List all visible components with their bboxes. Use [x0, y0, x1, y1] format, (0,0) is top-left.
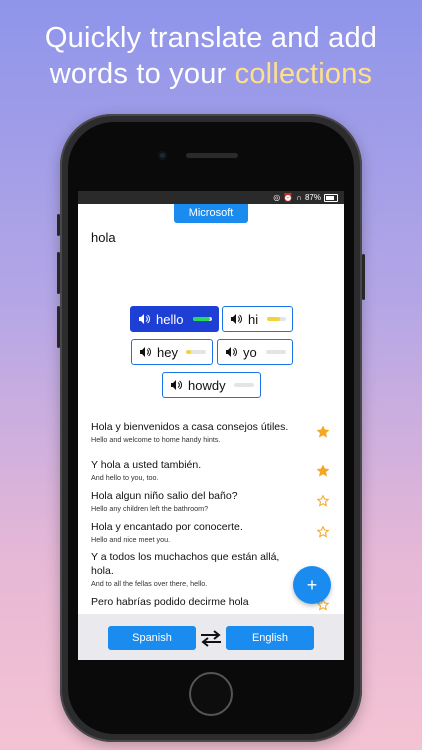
translation-chip-howdy[interactable]: howdy	[162, 372, 261, 398]
swap-languages-icon[interactable]	[199, 628, 223, 648]
battery-icon	[324, 193, 338, 202]
star-icon[interactable]	[317, 465, 329, 477]
translation-chip-hey[interactable]: hey	[131, 339, 213, 365]
add-to-collection-button[interactable]: +	[293, 566, 331, 604]
translation-word: hello	[156, 311, 184, 327]
headline-line-2-prefix: words to your	[49, 58, 235, 90]
example-sentence[interactable]: Y hola a usted también. And hello to you…	[91, 458, 311, 483]
example-spanish: Y hola a usted también.	[91, 459, 202, 471]
example-spanish: Pero habrías podido decirme hola	[91, 596, 249, 608]
speaker-icon	[231, 314, 242, 324]
engine-tab[interactable]: Microsoft	[174, 204, 248, 223]
promo-headline: Quickly translate and add words to your …	[0, 20, 422, 92]
example-spanish: Hola y encantado por conocerte.	[91, 521, 243, 533]
example-sentence[interactable]: Pero habrías podido decirme hola	[91, 595, 311, 609]
app-screen: ◎ ⏰ ∩ 87% Microsoft hola hello hi hey yo ho…	[78, 191, 344, 660]
speaker-icon	[140, 347, 151, 357]
headline-highlight: collections	[234, 58, 373, 90]
star-icon[interactable]	[317, 426, 329, 438]
headline-line-2: words to your collections	[0, 56, 422, 92]
example-sentence[interactable]: Y a todos los muchachos que están allá, …	[91, 550, 291, 589]
confidence-bar	[267, 317, 286, 321]
alarm-icon: ⏰	[283, 193, 294, 202]
speaker-icon	[139, 314, 150, 324]
example-sentence[interactable]: Hola y bienvenidos a casa consejos útile…	[91, 420, 311, 445]
source-word[interactable]: hola	[91, 230, 116, 245]
power-button	[362, 254, 365, 300]
source-language-button[interactable]: Spanish	[108, 626, 196, 650]
speaker-icon	[171, 380, 182, 390]
confidence-bar	[186, 350, 206, 354]
location-icon: ◎	[273, 193, 281, 202]
language-bar: Spanish English	[78, 614, 344, 660]
earpiece-speaker	[186, 153, 238, 158]
speaker-icon	[226, 347, 237, 357]
translation-chip-hello[interactable]: hello	[130, 306, 219, 332]
translation-word: yo	[243, 344, 257, 360]
front-camera	[158, 151, 167, 160]
translation-chip-hi[interactable]: hi	[222, 306, 293, 332]
confidence-bar	[193, 317, 212, 321]
example-english: And hello to you, too.	[91, 473, 159, 482]
headphones-icon: ∩	[296, 193, 302, 202]
home-button[interactable]	[189, 672, 233, 716]
translation-word: hey	[157, 344, 178, 360]
confidence-fill	[186, 350, 191, 354]
confidence-bar	[266, 350, 286, 354]
example-sentence[interactable]: Hola y encantado por conocerte. Hello an…	[91, 520, 311, 545]
example-sentence[interactable]: Hola algun niño salio del baño? Hello an…	[91, 489, 311, 514]
confidence-fill	[267, 317, 281, 321]
translation-card: Microsoft hola hello hi hey yo howdy Hol…	[78, 204, 344, 614]
example-spanish: Hola y bienvenidos a casa consejos útile…	[91, 421, 289, 433]
example-english: Hello and nice meet you.	[91, 535, 171, 544]
example-spanish: Y a todos los muchachos que están allá, …	[91, 551, 280, 577]
example-spanish: Hola algun niño salio del baño?	[91, 490, 238, 502]
example-english: Hello and welcome to home handy hints.	[91, 435, 221, 444]
example-english: And to all the fellas over there, hello.	[91, 579, 208, 588]
status-bar: ◎ ⏰ ∩ 87%	[78, 191, 344, 204]
example-english: Hello any children left the bathroom?	[91, 504, 209, 513]
star-icon[interactable]	[317, 495, 329, 507]
headline-line-1: Quickly translate and add	[44, 22, 378, 54]
translation-word: hi	[248, 311, 259, 327]
translation-chip-yo[interactable]: yo	[217, 339, 293, 365]
star-icon[interactable]	[317, 526, 329, 538]
confidence-bar	[234, 383, 254, 387]
confidence-fill	[193, 317, 211, 321]
target-language-button[interactable]: English	[226, 626, 314, 650]
battery-percent: 87%	[304, 193, 321, 202]
translation-word: howdy	[188, 377, 226, 393]
